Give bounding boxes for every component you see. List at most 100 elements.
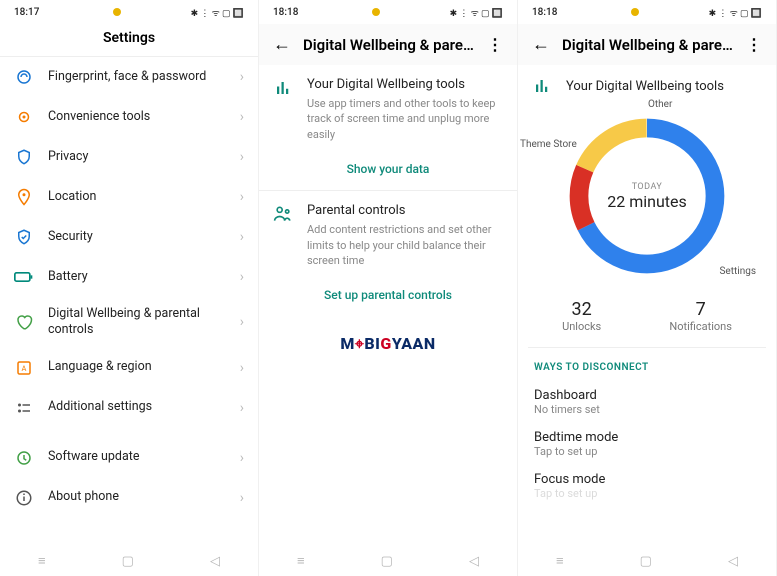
- stat-num: 7: [669, 299, 732, 320]
- bars-icon: [273, 79, 293, 99]
- fingerprint-icon: [14, 67, 34, 87]
- status-bar: 18:17 ✱ ⋮ ᯤ ▢ 🔲: [0, 0, 258, 24]
- stat-cap: Unlocks: [562, 320, 601, 333]
- nav-bar: ≡ ▢ ◁: [0, 546, 258, 576]
- status-icons: ✱ ⋮ ᯤ ▢ 🔲: [191, 6, 244, 19]
- bars-icon: [532, 77, 552, 95]
- settings-item-security[interactable]: Security ›: [0, 217, 258, 257]
- dashboard-title-row: Your Digital Wellbeing tools: [528, 65, 766, 105]
- ways-item-focus[interactable]: Focus mode Tap to set up: [528, 465, 766, 507]
- privacy-icon: [14, 147, 34, 167]
- status-time: 18:18: [273, 7, 298, 18]
- nav-back-icon[interactable]: ◁: [210, 554, 220, 569]
- parental-controls-card: Parental controls Add content restrictio…: [259, 191, 517, 278]
- nav-recent-icon[interactable]: ≡: [38, 553, 46, 569]
- stat-num: 32: [562, 299, 601, 320]
- item-title: Focus mode: [534, 472, 760, 487]
- svg-text:A: A: [22, 364, 27, 373]
- chevron-right-icon: ›: [240, 490, 244, 506]
- today-label: TODAY: [632, 182, 663, 192]
- additional-icon: [14, 398, 34, 418]
- settings-item-label: Language & region: [48, 359, 226, 375]
- settings-item-update[interactable]: Software update ›: [0, 438, 258, 478]
- more-icon[interactable]: ⋮: [487, 35, 503, 54]
- settings-item-location[interactable]: Location ›: [0, 177, 258, 217]
- nav-home-icon[interactable]: ▢: [381, 554, 393, 569]
- item-subtitle: Tap to set up: [534, 445, 760, 458]
- status-bar: 18:18 ✱ ⋮ ᯤ ▢ 🔲: [259, 0, 517, 24]
- item-title: Dashboard: [534, 388, 760, 403]
- settings-item-label: Location: [48, 189, 226, 205]
- stat-notifications[interactable]: 7 Notifications: [669, 299, 732, 333]
- chevron-right-icon: ›: [240, 450, 244, 466]
- ring-label-settings: Settings: [719, 266, 756, 277]
- status-bar: 18:18 ✱ ⋮ ᯤ ▢ 🔲: [518, 0, 776, 24]
- settings-item-label: About phone: [48, 489, 226, 505]
- nav-home-icon[interactable]: ▢: [122, 554, 134, 569]
- nav-bar: ≡ ▢ ◁: [259, 546, 517, 576]
- back-icon[interactable]: ←: [532, 34, 550, 55]
- usage-ring-chart[interactable]: TODAY 22 minutes Theme Store Other Setti…: [562, 111, 732, 281]
- page-title: Settings: [0, 24, 258, 57]
- settings-item-fingerprint[interactable]: Fingerprint, face & password ›: [0, 57, 258, 97]
- nav-recent-icon[interactable]: ≡: [556, 553, 564, 569]
- dashboard-body: Your Digital Wellbeing tools TODAY 22 mi…: [518, 65, 776, 507]
- nav-bar: ≡ ▢ ◁: [518, 546, 776, 576]
- wellbeing-tools-card: Your Digital Wellbeing tools Use app tim…: [259, 65, 517, 152]
- battery-icon: [14, 267, 34, 287]
- status-icons: ✱ ⋮ ᯤ ▢ 🔲: [450, 6, 503, 19]
- settings-item-label: Security: [48, 229, 226, 245]
- shield-icon: [14, 227, 34, 247]
- nav-back-icon[interactable]: ◁: [469, 554, 479, 569]
- stat-unlocks[interactable]: 32 Unlocks: [562, 299, 601, 333]
- more-icon[interactable]: ⋮: [746, 35, 762, 54]
- settings-item-convenience[interactable]: Convenience tools ›: [0, 97, 258, 137]
- about-icon: [14, 488, 34, 508]
- show-data-button[interactable]: Show your data: [259, 152, 517, 190]
- nav-recent-icon[interactable]: ≡: [297, 553, 305, 569]
- app-bar: ← Digital Wellbeing & paren… ⋮: [259, 24, 517, 65]
- settings-item-language[interactable]: A Language & region ›: [0, 348, 258, 388]
- card-title: Your Digital Wellbeing tools: [307, 77, 503, 92]
- item-title: Bedtime mode: [534, 430, 760, 445]
- ways-item-bedtime[interactable]: Bedtime mode Tap to set up: [528, 423, 766, 465]
- chevron-right-icon: ›: [240, 109, 244, 125]
- language-icon: A: [14, 358, 34, 378]
- chevron-right-icon: ›: [240, 314, 244, 330]
- wellbeing-dashboard-panel: 18:18 ✱ ⋮ ᯤ ▢ 🔲 ← Digital Wellbeing & pa…: [518, 0, 777, 576]
- status-time: 18:17: [14, 7, 39, 18]
- status-time: 18:18: [532, 7, 557, 18]
- family-icon: [273, 205, 293, 225]
- tools-icon: [14, 107, 34, 127]
- weather-icon: [372, 8, 380, 16]
- settings-item-additional[interactable]: Additional settings ›: [0, 388, 258, 428]
- settings-item-about[interactable]: About phone ›: [0, 478, 258, 518]
- settings-item-battery[interactable]: Battery ›: [0, 257, 258, 297]
- settings-item-label: Digital Wellbeing & parental controls: [48, 306, 226, 339]
- nav-back-icon[interactable]: ◁: [728, 554, 738, 569]
- setup-parental-button[interactable]: Set up parental controls: [259, 278, 517, 316]
- settings-item-label: Software update: [48, 449, 226, 465]
- nav-home-icon[interactable]: ▢: [640, 554, 652, 569]
- app-bar: ← Digital Wellbeing & paren… ⋮: [518, 24, 776, 65]
- wellbeing-intro-panel: 18:18 ✱ ⋮ ᯤ ▢ 🔲 ← Digital Wellbeing & pa…: [259, 0, 518, 576]
- stats-row: 32 Unlocks 7 Notifications: [528, 283, 766, 348]
- location-icon: [14, 187, 34, 207]
- settings-item-label: Convenience tools: [48, 109, 226, 125]
- chevron-right-icon: ›: [240, 149, 244, 165]
- status-icons: ✱ ⋮ ᯤ ▢ 🔲: [709, 6, 762, 19]
- page-title: Digital Wellbeing & paren…: [303, 36, 475, 54]
- back-icon[interactable]: ←: [273, 34, 291, 55]
- chevron-right-icon: ›: [240, 229, 244, 245]
- brand-watermark: M⌖BIGYAAN: [259, 316, 517, 372]
- page-title: Digital Wellbeing & paren…: [562, 36, 734, 54]
- settings-item-label: Fingerprint, face & password: [48, 69, 226, 85]
- ring-center: TODAY 22 minutes: [562, 111, 732, 281]
- settings-item-wellbeing[interactable]: Digital Wellbeing & parental controls ›: [0, 297, 258, 348]
- dashboard-title: Your Digital Wellbeing tools: [566, 79, 724, 94]
- settings-list: Fingerprint, face & password › Convenien…: [0, 57, 258, 546]
- settings-item-privacy[interactable]: Privacy ›: [0, 137, 258, 177]
- ways-header: WAYS TO DISCONNECT: [528, 348, 766, 381]
- ways-item-dashboard[interactable]: Dashboard No timers set: [528, 381, 766, 423]
- settings-item-label: Privacy: [48, 149, 226, 165]
